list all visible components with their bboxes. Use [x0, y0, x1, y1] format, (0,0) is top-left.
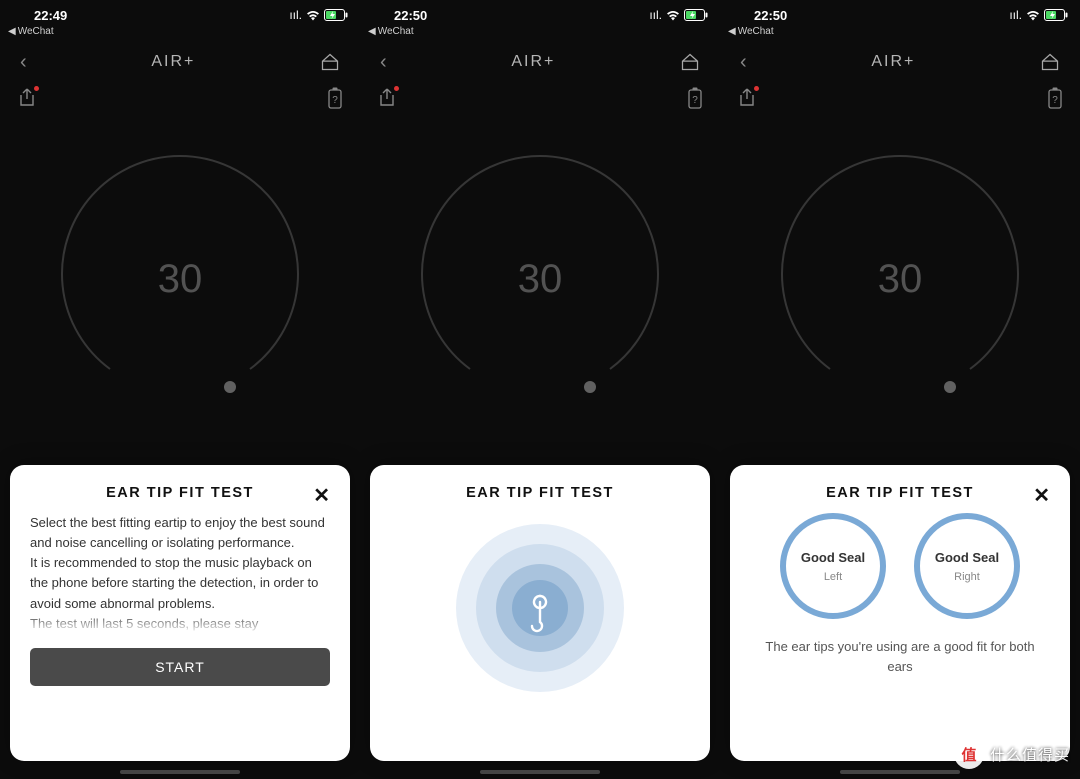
svg-text:?: ?: [1052, 95, 1058, 106]
fit-test-sheet: EAR TIP FIT TEST ✕ Select the best fitti…: [10, 465, 350, 761]
start-button[interactable]: START: [30, 648, 330, 686]
noise-dial[interactable]: 30: [0, 119, 360, 439]
close-icon[interactable]: ✕: [1033, 483, 1050, 508]
status-bar: 22:49 ııl.: [0, 0, 360, 26]
result-message: The ear tips you're using are a good fit…: [756, 637, 1044, 676]
start-button-label: START: [155, 659, 205, 675]
signal-icon: ııl.: [289, 8, 302, 22]
status-icons: ııl.: [649, 8, 708, 22]
seal-badge-left: Good Seal Left: [780, 513, 886, 619]
dial-value: 30: [158, 257, 203, 302]
seal-side-right: Right: [954, 571, 980, 583]
home-icon[interactable]: [680, 52, 700, 72]
phone-screen-1: 22:49 ııl. ◀ WeChat ‹ AIR+ ? 30 EAR TIP …: [0, 0, 360, 779]
status-icons: ııl.: [1009, 8, 1068, 22]
back-chevron-icon[interactable]: ‹: [20, 51, 27, 74]
nav-bar: ‹ AIR+: [360, 41, 720, 83]
secondary-bar: ?: [360, 83, 720, 113]
back-app-label: WeChat: [18, 26, 54, 37]
seal-status-left: Good Seal: [801, 550, 865, 565]
sheet-title: EAR TIP FIT TEST: [826, 485, 974, 501]
help-battery-icon[interactable]: ?: [328, 87, 342, 109]
svg-text:?: ?: [332, 95, 338, 106]
sheet-body: Select the best fitting eartip to enjoy …: [30, 513, 330, 634]
back-to-app[interactable]: ◀ WeChat: [720, 26, 1080, 41]
svg-text:?: ?: [692, 95, 698, 106]
back-to-app[interactable]: ◀ WeChat: [0, 26, 360, 41]
fit-test-sheet: EAR TIP FIT TEST ✕ Good Seal Left Good S…: [730, 465, 1070, 761]
seal-badge-right: Good Seal Right: [914, 513, 1020, 619]
dial-value: 30: [878, 257, 923, 302]
status-bar: 22:50 ııl.: [720, 0, 1080, 26]
back-app-label: WeChat: [378, 26, 414, 37]
back-caret-icon: ◀: [728, 26, 736, 37]
watermark: 值 什么值得买: [954, 739, 1070, 769]
testing-animation: [390, 513, 690, 703]
nav-bar: ‹ AIR+: [0, 41, 360, 83]
instruction-p1: Select the best fitting eartip to enjoy …: [30, 513, 330, 553]
dial-value: 30: [518, 257, 563, 302]
fit-test-sheet: EAR TIP FIT TEST: [370, 465, 710, 761]
watermark-icon: 值: [954, 739, 984, 769]
home-indicator[interactable]: [480, 770, 600, 774]
secondary-bar: ?: [0, 83, 360, 113]
back-app-label: WeChat: [738, 26, 774, 37]
seal-status-right: Good Seal: [935, 550, 999, 565]
upload-icon[interactable]: [378, 87, 396, 109]
status-icons: ııl.: [289, 8, 348, 22]
battery-charging-icon: [1044, 9, 1068, 21]
clock: 22:49: [34, 8, 67, 23]
back-chevron-icon[interactable]: ‹: [740, 51, 747, 74]
noise-dial[interactable]: 30: [720, 119, 1080, 439]
status-bar: 22:50 ııl.: [360, 0, 720, 26]
help-battery-icon[interactable]: ?: [1048, 87, 1062, 109]
noise-dial[interactable]: 30: [360, 119, 720, 439]
seal-side-left: Left: [824, 571, 842, 583]
help-battery-icon[interactable]: ?: [688, 87, 702, 109]
watermark-text: 什么值得买: [990, 744, 1070, 765]
page-title: AIR+: [387, 53, 680, 71]
nav-bar: ‹ AIR+: [720, 41, 1080, 83]
seal-results: Good Seal Left Good Seal Right: [750, 513, 1050, 619]
back-caret-icon: ◀: [368, 26, 376, 37]
home-indicator[interactable]: [120, 770, 240, 774]
wifi-icon: [306, 10, 320, 21]
signal-icon: ııl.: [649, 8, 662, 22]
instruction-p2: It is recommended to stop the music play…: [30, 553, 330, 613]
phone-screen-2: 22:50 ııl. ◀ WeChat ‹ AIR+ ? 30 EAR TIP …: [360, 0, 720, 779]
phone-screen-3: 22:50 ııl. ◀ WeChat ‹ AIR+ ? 30 EAR TIP …: [720, 0, 1080, 779]
sheet-title: EAR TIP FIT TEST: [466, 485, 614, 501]
battery-charging-icon: [684, 9, 708, 21]
wifi-icon: [1026, 10, 1040, 21]
battery-charging-icon: [324, 9, 348, 21]
home-icon[interactable]: [1040, 52, 1060, 72]
back-to-app[interactable]: ◀ WeChat: [360, 26, 720, 41]
wifi-icon: [666, 10, 680, 21]
close-icon[interactable]: ✕: [313, 483, 330, 508]
back-caret-icon: ◀: [8, 26, 16, 37]
clock: 22:50: [754, 8, 787, 23]
upload-icon[interactable]: [738, 87, 756, 109]
sheet-title: EAR TIP FIT TEST: [106, 485, 254, 501]
instruction-p3: The test will last 5 seconds, please sta…: [30, 614, 330, 634]
home-indicator[interactable]: [840, 770, 960, 774]
upload-icon[interactable]: [18, 87, 36, 109]
clock: 22:50: [394, 8, 427, 23]
page-title: AIR+: [747, 53, 1040, 71]
back-chevron-icon[interactable]: ‹: [380, 51, 387, 74]
secondary-bar: ?: [720, 83, 1080, 113]
page-title: AIR+: [27, 53, 320, 71]
signal-icon: ııl.: [1009, 8, 1022, 22]
home-icon[interactable]: [320, 52, 340, 72]
